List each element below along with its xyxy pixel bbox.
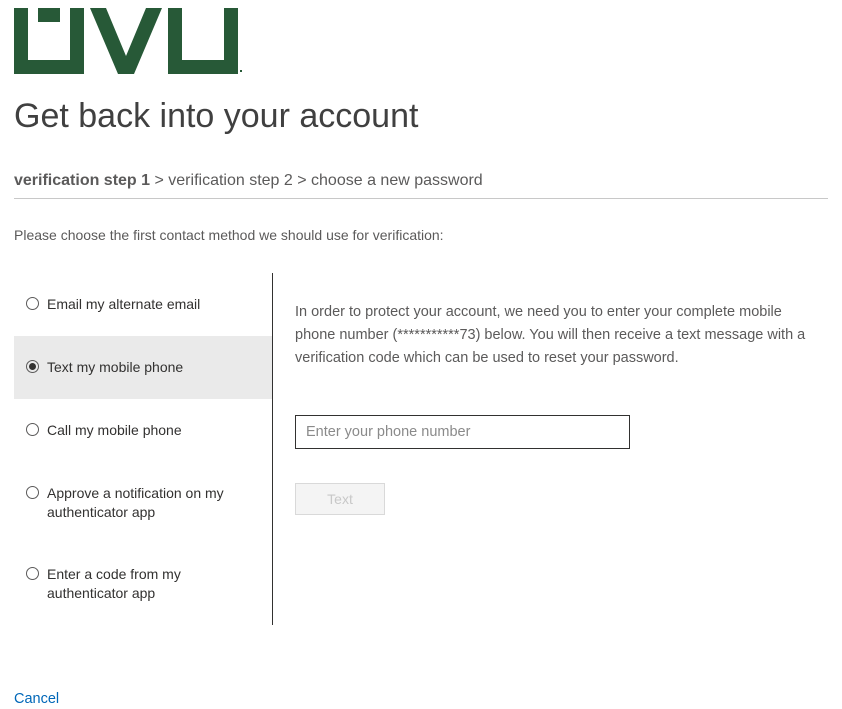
breadcrumb-step-1: verification step 1 — [14, 172, 150, 189]
page-title: Get back into your account — [14, 97, 828, 136]
cancel-link[interactable]: Cancel — [14, 691, 59, 707]
vertical-divider — [272, 273, 273, 625]
method-label: Enter a code from my authenticator app — [47, 565, 262, 603]
method-label: Text my mobile phone — [47, 358, 183, 377]
radio-icon — [26, 360, 39, 373]
breadcrumb-sep-1: > — [150, 172, 168, 189]
breadcrumb-sep-2: > — [293, 172, 311, 189]
breadcrumb-step-2: verification step 2 — [168, 172, 293, 189]
method-option-text[interactable]: Text my mobile phone — [14, 336, 272, 399]
method-detail-panel: In order to protect your account, we nee… — [295, 273, 825, 625]
radio-icon — [26, 297, 39, 310]
method-option-email[interactable]: Email my alternate email — [14, 273, 272, 336]
method-label: Call my mobile phone — [47, 421, 182, 440]
phone-number-input[interactable] — [295, 415, 630, 449]
radio-icon — [26, 567, 39, 580]
verification-methods-list: Email my alternate email Text my mobile … — [14, 273, 272, 625]
method-option-approve-notification[interactable]: Approve a notification on my authenticat… — [14, 462, 272, 544]
method-option-call[interactable]: Call my mobile phone — [14, 399, 272, 462]
method-label: Approve a notification on my authenticat… — [47, 484, 262, 522]
radio-icon — [26, 423, 39, 436]
breadcrumb-step-3: choose a new password — [311, 172, 483, 189]
uvu-logo — [14, 8, 828, 79]
instruction-text: Please choose the first contact method w… — [14, 227, 828, 243]
breadcrumb: verification step 1 > verification step … — [14, 172, 828, 199]
method-option-enter-code[interactable]: Enter a code from my authenticator app — [14, 543, 272, 625]
method-description: In order to protect your account, we nee… — [295, 301, 817, 371]
method-label: Email my alternate email — [47, 295, 200, 314]
radio-icon — [26, 486, 39, 499]
send-text-button[interactable]: Text — [295, 483, 385, 515]
